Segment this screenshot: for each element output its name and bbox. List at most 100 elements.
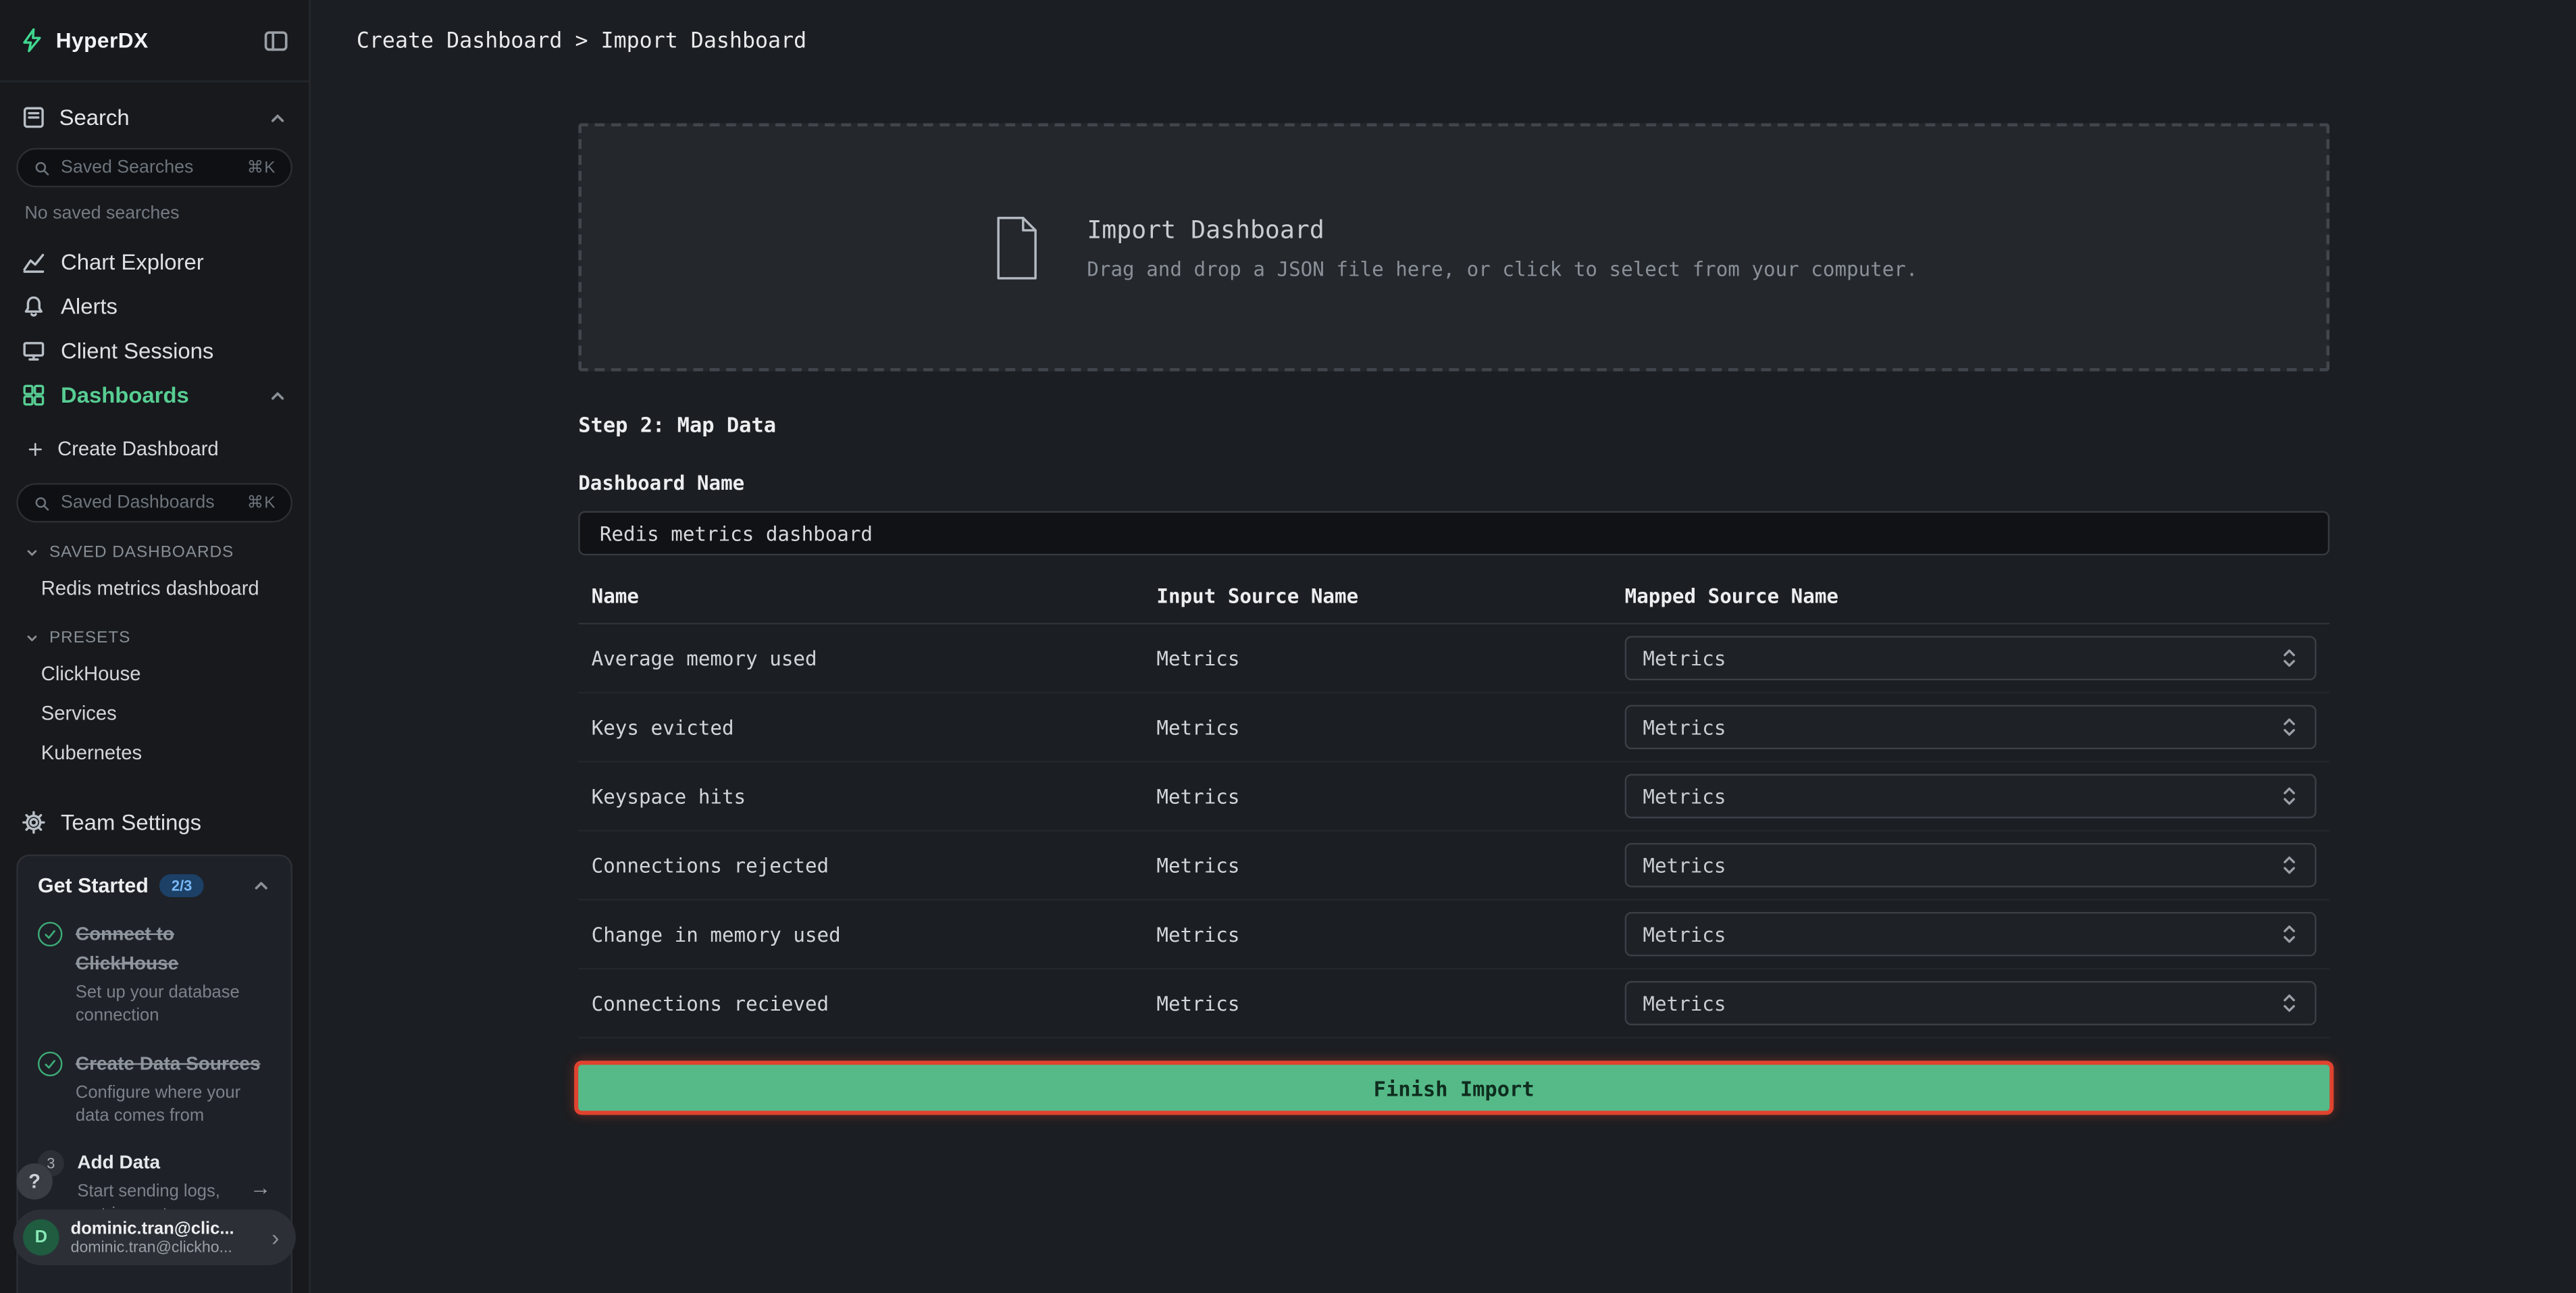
dashboard-name-input[interactable]	[578, 511, 2329, 555]
sidebar-item-team-settings[interactable]: Team Settings	[0, 801, 309, 845]
step-description: Configure where your data comes from	[76, 1082, 271, 1127]
sidebar: HyperDX Search ⌘K No saved searches Char…	[0, 0, 311, 1293]
app-title: HyperDX	[56, 28, 149, 52]
row-name: Keyspace hits	[592, 784, 1157, 807]
user-name: dominic.tran@clic...	[71, 1219, 261, 1238]
import-dropzone[interactable]: Import Dashboard Drag and drop a JSON fi…	[578, 123, 2329, 371]
nav-label: Dashboards	[61, 383, 189, 407]
chevron-updown-icon	[2280, 717, 2298, 738]
dropzone-subtitle: Drag and drop a JSON file here, or click…	[1087, 257, 1917, 280]
nav-label: Team Settings	[61, 810, 201, 834]
chevron-right-icon: ›	[272, 1226, 279, 1249]
chevron-updown-icon	[2280, 855, 2298, 876]
table-row: Keys evicted Metrics Metrics	[578, 693, 2329, 762]
table-row: Change in memory used Metrics Metrics	[578, 901, 2329, 969]
col-header-mapped-source: Mapped Source Name	[1625, 585, 2317, 608]
chevron-updown-icon	[2280, 647, 2298, 669]
nav-label: Chart Explorer	[61, 250, 204, 274]
plus-icon	[26, 440, 45, 458]
get-started-step-sources[interactable]: Create Data Sources Configure where your…	[18, 1038, 291, 1138]
select-value: Metrics	[1643, 992, 1726, 1015]
mapped-source-select[interactable]: Metrics	[1625, 912, 2317, 957]
sidebar-item-alerts[interactable]: Alerts	[0, 284, 309, 329]
search-icon	[33, 159, 51, 177]
bell-icon	[22, 294, 46, 318]
row-input-source: Metrics	[1156, 715, 1624, 738]
row-name: Keys evicted	[592, 715, 1157, 738]
col-header-name: Name	[592, 585, 1157, 608]
user-menu[interactable]: D dominic.tran@clic... dominic.tran@clic…	[13, 1209, 295, 1265]
progress-badge: 2/3	[160, 874, 203, 897]
sidebar-item-redis-dashboard[interactable]: Redis metrics dashboard	[0, 569, 309, 608]
row-input-source: Metrics	[1156, 646, 1624, 669]
saved-dashboards-group-header[interactable]: SAVED DASHBOARDS	[0, 523, 309, 569]
sidebar-item-preset-kubernetes[interactable]: Kubernetes	[0, 733, 309, 772]
select-value: Metrics	[1643, 854, 1726, 877]
sidebar-item-preset-clickhouse[interactable]: ClickHouse	[0, 654, 309, 693]
chevron-down-icon	[24, 631, 39, 646]
breadcrumb: Create Dashboard > Import Dashboard	[357, 29, 806, 53]
table-row: Average memory used Metrics Metrics	[578, 624, 2329, 693]
get-started-header[interactable]: Get Started 2/3	[18, 856, 291, 909]
topbar: Create Dashboard > Import Dashboard	[311, 0, 2576, 82]
sidebar-item-preset-services[interactable]: Services	[0, 693, 309, 732]
row-input-source: Metrics	[1156, 854, 1624, 877]
sidebar-item-client-sessions[interactable]: Client Sessions	[0, 328, 309, 373]
sidebar-header: HyperDX	[0, 0, 309, 82]
table-header-row: Name Input Source Name Mapped Source Nam…	[578, 585, 2329, 624]
step-label: Step 2: Map Data	[578, 413, 2329, 437]
arrow-right-icon: →	[250, 1175, 272, 1200]
search-section-header[interactable]: Search	[0, 82, 309, 145]
row-input-source: Metrics	[1156, 784, 1624, 807]
saved-dashboards-searchbox[interactable]: ⌘K	[16, 483, 292, 522]
get-started-step-connect[interactable]: Connect to ClickHouse Set up your databa…	[18, 909, 291, 1038]
saved-dashboards-input[interactable]	[61, 493, 237, 513]
chevron-down-icon	[24, 546, 39, 561]
help-button[interactable]: ?	[16, 1163, 53, 1200]
sidebar-item-chart-explorer[interactable]: Chart Explorer	[0, 240, 309, 284]
no-saved-searches-text: No saved searches	[0, 187, 309, 230]
dashboard-grid-icon	[22, 383, 46, 407]
presets-group-header[interactable]: PRESETS	[0, 608, 309, 654]
select-value: Metrics	[1643, 923, 1726, 946]
row-input-source: Metrics	[1156, 992, 1624, 1015]
row-name: Average memory used	[592, 646, 1157, 669]
chevron-updown-icon	[2280, 786, 2298, 807]
chevron-updown-icon	[2280, 923, 2298, 945]
hyperdx-logo-icon	[20, 28, 44, 52]
select-value: Metrics	[1643, 646, 1726, 669]
col-header-input-source: Input Source Name	[1156, 585, 1624, 608]
main-area: Import Dashboard Drag and drop a JSON fi…	[311, 82, 2576, 1293]
mapped-source-select[interactable]: Metrics	[1625, 774, 2317, 819]
mapped-source-select[interactable]: Metrics	[1625, 981, 2317, 1025]
step-title: Create Data Sources	[76, 1055, 261, 1074]
dashboard-name-label: Dashboard Name	[578, 472, 2329, 495]
mapped-source-select[interactable]: Metrics	[1625, 705, 2317, 749]
chevron-up-icon[interactable]	[267, 107, 287, 127]
mapped-source-select[interactable]: Metrics	[1625, 843, 2317, 888]
step-description: Set up your database connection	[76, 983, 271, 1028]
create-dashboard-label: Create Dashboard	[57, 437, 219, 460]
sidebar-item-dashboards[interactable]: Dashboards	[0, 373, 309, 417]
nav-label: Alerts	[61, 294, 118, 318]
chevron-up-icon[interactable]	[251, 876, 271, 895]
mapped-source-select[interactable]: Metrics	[1625, 636, 2317, 680]
row-name: Change in memory used	[592, 923, 1157, 946]
shortcut-badge: ⌘K	[247, 159, 276, 177]
chevron-up-icon[interactable]	[267, 385, 287, 405]
step-title: Add Data	[77, 1155, 160, 1174]
step-title: Connect to ClickHouse	[76, 925, 178, 974]
group-heading: SAVED DASHBOARDS	[49, 544, 234, 562]
saved-searches-searchbox[interactable]: ⌘K	[16, 148, 292, 187]
table-row: Connections recieved Metrics Metrics	[578, 969, 2329, 1038]
row-name: Connections recieved	[592, 992, 1157, 1015]
saved-searches-input[interactable]	[61, 158, 237, 178]
select-value: Metrics	[1643, 784, 1726, 807]
create-dashboard-button[interactable]: Create Dashboard	[0, 429, 309, 468]
dropzone-title: Import Dashboard	[1087, 214, 1917, 244]
file-icon	[990, 214, 1043, 280]
finish-import-button[interactable]: Finish Import	[578, 1065, 2329, 1111]
row-name: Connections rejected	[592, 854, 1157, 877]
collapse-sidebar-icon[interactable]	[263, 27, 289, 53]
chevron-updown-icon	[2280, 992, 2298, 1014]
